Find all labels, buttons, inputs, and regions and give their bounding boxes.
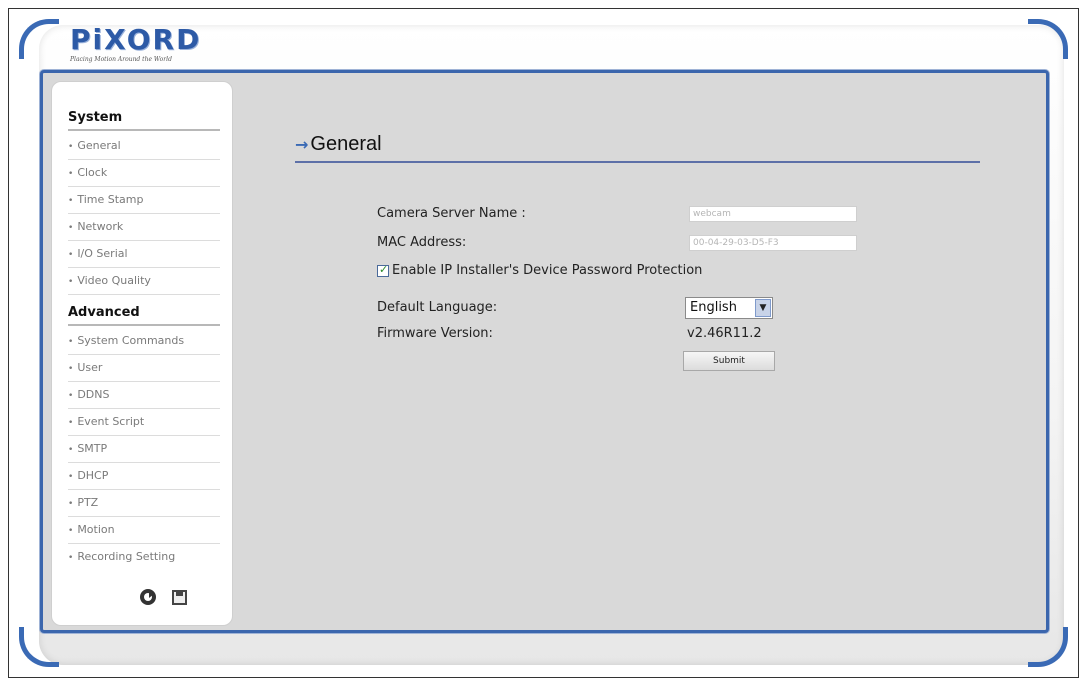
mac-address-field[interactable]: 00-04-29-03-D5-F3 [689,235,857,251]
password-protection-row: Enable IP Installer's Device Password Pr… [377,263,702,278]
sidebar-item-video-quality[interactable]: • Video Quality [68,268,220,295]
save-icon[interactable] [172,589,187,605]
sidebar-item-label: PTZ [77,496,99,509]
sidebar-item-general[interactable]: • General [68,133,220,160]
main-panel: System • General • Clock • Time Stamp • Netw… [40,70,1049,633]
logo-tagline: Placing Motion Around the World [70,56,172,63]
sidebar: System • General • Clock • Time Stamp • Netw… [51,81,233,626]
firmware-version-value: v2.46R11.2 [687,326,762,341]
sidebar-item-label: Clock [77,166,108,179]
sidebar-item-user[interactable]: • User [68,355,220,382]
sidebar-item-dhcp[interactable]: • DHCP [68,463,220,490]
sidebar-item-event-script[interactable]: • Event Script [68,409,220,436]
sidebar-item-label: General [77,139,121,152]
sidebar-actions [140,589,187,605]
bullet-icon: • [68,391,74,401]
sidebar-item-network[interactable]: • Network [68,214,220,241]
sidebar-item-time-stamp[interactable]: • Time Stamp [68,187,220,214]
language-select[interactable]: English ▼ [685,297,773,319]
sidebar-section-advanced: Advanced [68,305,220,326]
language-select-value: English [690,300,737,315]
default-language-label: Default Language: [377,300,498,315]
sidebar-item-label: Network [77,220,124,233]
sidebar-item-label: Time Stamp [77,193,144,206]
frame-corner [1028,627,1068,667]
bullet-icon: • [68,472,74,482]
camera-name-field[interactable]: webcam [689,206,857,222]
sidebar-item-label: I/O Serial [77,247,128,260]
sidebar-item-label: SMTP [77,442,108,455]
camera-name-label: Camera Server Name : [377,206,526,221]
bullet-icon: • [68,553,74,563]
bullet-icon: • [68,364,74,374]
bullet-icon: • [68,277,74,287]
sidebar-item-system-commands[interactable]: • System Commands [68,328,220,355]
mac-address-label: MAC Address: [377,235,467,250]
frame-corner [19,19,59,59]
sidebar-item-recording-setting[interactable]: • Recording Setting [68,544,220,571]
password-protection-checkbox[interactable] [377,263,389,277]
bullet-icon: • [68,445,74,455]
chevron-down-icon[interactable]: ▼ [755,299,771,317]
sidebar-item-label: Event Script [77,415,145,428]
bullet-icon: • [68,142,74,152]
sidebar-item-motion[interactable]: • Motion [68,517,220,544]
bullet-icon: • [68,169,74,179]
bullet-icon: • [68,196,74,206]
content-area: → General Camera Server Name : webcam MAC… [253,81,1038,622]
submit-button[interactable]: Submit [683,351,775,371]
page-header: → General [295,133,980,163]
sidebar-item-ddns[interactable]: • DDNS [68,382,220,409]
frame-corner [1028,19,1068,59]
sidebar-item-label: DHCP [77,469,109,482]
sidebar-item-label: Recording Setting [77,550,176,563]
sidebar-item-label: Motion [77,523,115,536]
sidebar-item-label: User [77,361,103,374]
sidebar-item-label: Video Quality [77,274,151,287]
sidebar-item-label: System Commands [77,334,185,347]
refresh-icon[interactable] [140,589,156,605]
bullet-icon: • [68,499,74,509]
logo-text: PiXORD [70,23,202,56]
brand-logo: PiXORD Placing Motion Around the World [70,26,220,66]
firmware-version-label: Firmware Version: [377,326,493,341]
bullet-icon: • [68,250,74,260]
sidebar-section-system: System [68,110,220,131]
page-title: General [310,133,382,155]
bullet-icon: • [68,418,74,428]
sidebar-item-clock[interactable]: • Clock [68,160,220,187]
password-protection-label: Enable IP Installer's Device Password Pr… [392,263,703,278]
frame-corner [19,627,59,667]
sidebar-item-io-serial[interactable]: • I/O Serial [68,241,220,268]
sidebar-item-smtp[interactable]: • SMTP [68,436,220,463]
sidebar-item-ptz[interactable]: • PTZ [68,490,220,517]
bullet-icon: • [68,223,74,233]
bullet-icon: • [68,526,74,536]
sidebar-item-label: DDNS [77,388,110,401]
bullet-icon: • [68,337,74,347]
arrow-right-icon: → [295,135,309,154]
